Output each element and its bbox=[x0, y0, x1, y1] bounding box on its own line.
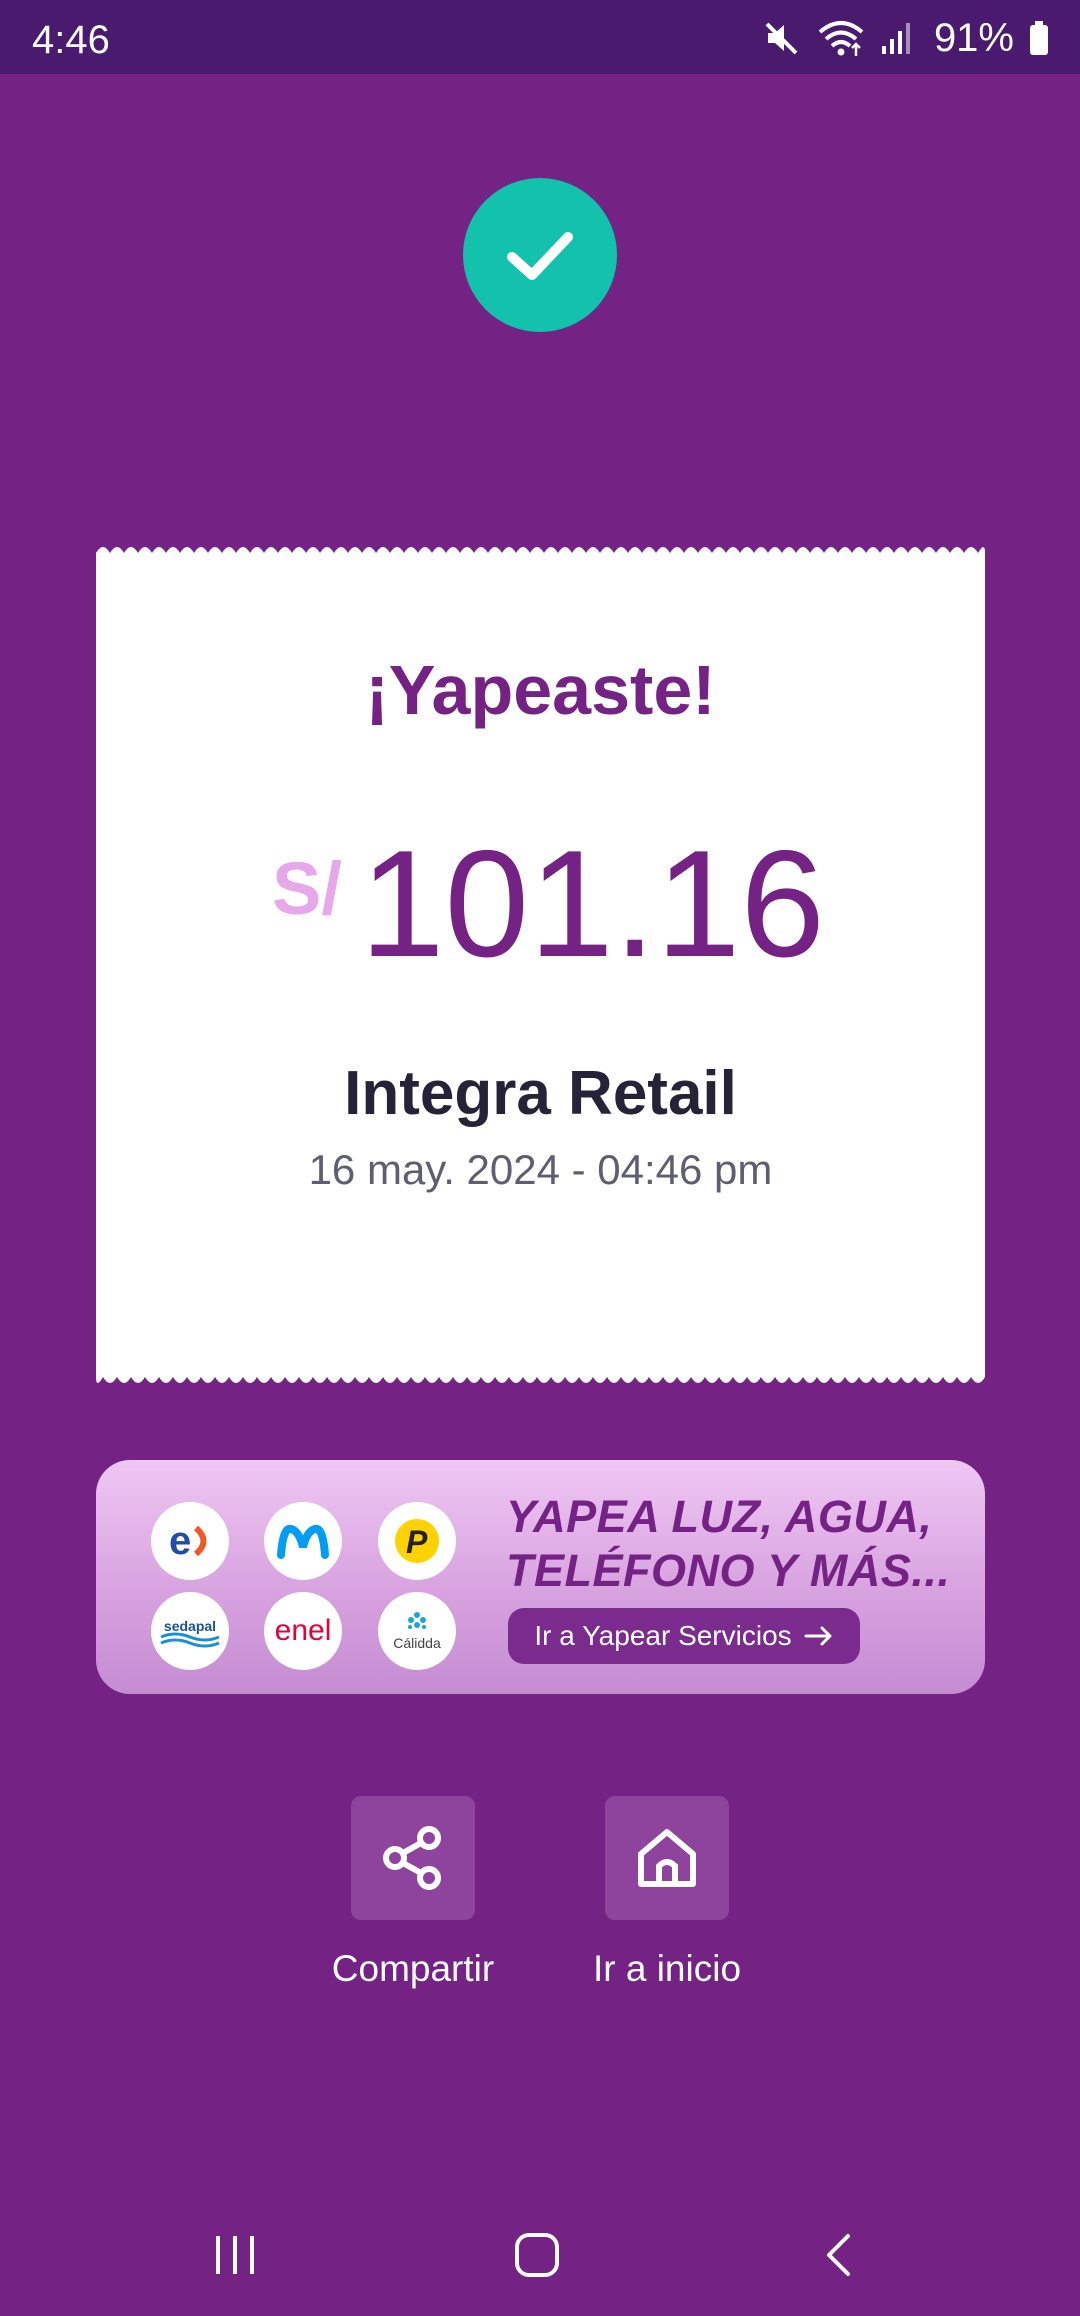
enel-text: enel bbox=[275, 1614, 332, 1647]
status-time: 4:46 bbox=[32, 18, 110, 62]
status-icons: 91% bbox=[762, 14, 1050, 62]
status-bar: 4:46 91% bbox=[0, 0, 1080, 74]
entel-logo: e bbox=[151, 1502, 229, 1580]
wifi-icon bbox=[816, 18, 866, 58]
home-icon bbox=[515, 2233, 559, 2277]
services-promo-banner[interactable]: e P sedapal enel Cálidda YAPEA LUZ, AGUA… bbox=[96, 1460, 985, 1694]
share-button[interactable] bbox=[351, 1796, 475, 1920]
back-button[interactable] bbox=[800, 2220, 880, 2290]
home-label: Ir a inicio bbox=[592, 1948, 742, 1989]
pluz-logo: P bbox=[378, 1502, 456, 1580]
battery-percentage: 91% bbox=[933, 15, 1014, 60]
payment-amount: 101.16 bbox=[360, 819, 825, 989]
banner-headline-line1: YAPEA LUZ, AGUA, bbox=[506, 1491, 933, 1542]
mute-icon bbox=[762, 18, 802, 58]
share-label: Compartir bbox=[331, 1948, 495, 1989]
go-to-services-button[interactable]: Ir a Yapear Servicios bbox=[508, 1608, 860, 1664]
svg-text:e: e bbox=[169, 1519, 191, 1563]
recent-apps-button[interactable] bbox=[195, 2220, 275, 2290]
home-nav-button[interactable] bbox=[497, 2220, 577, 2290]
signal-icon bbox=[880, 18, 916, 58]
share-action[interactable]: Compartir bbox=[313, 1796, 513, 1990]
calidda-text: Cálidda bbox=[393, 1635, 441, 1651]
receipt-card: ¡Yapeaste! S/ 101.16 Integra Retail 16 m… bbox=[96, 546, 985, 1384]
movistar-logo bbox=[264, 1502, 342, 1580]
merchant-name: Integra Retail bbox=[344, 1059, 737, 1128]
sedapal-text: sedapal bbox=[164, 1618, 216, 1634]
home-action[interactable]: Ir a inicio bbox=[567, 1796, 767, 1990]
go-to-services-label: Ir a Yapear Servicios bbox=[534, 1620, 792, 1651]
banner-headline-line2: TELÉFONO Y MÁS... bbox=[506, 1545, 951, 1596]
success-check-badge bbox=[463, 178, 617, 332]
recent-apps-icon bbox=[216, 2236, 254, 2274]
back-icon bbox=[827, 2234, 850, 2276]
go-home-button[interactable] bbox=[605, 1796, 729, 1920]
receipt-title: ¡Yapeaste! bbox=[365, 651, 716, 729]
enel-logo: enel bbox=[264, 1592, 342, 1670]
house-icon bbox=[638, 1829, 696, 1887]
arrow-right-icon bbox=[804, 1626, 832, 1646]
system-nav-bar bbox=[0, 2180, 1080, 2316]
banner-headline: YAPEA LUZ, AGUA, TELÉFONO Y MÁS... bbox=[506, 1490, 976, 1598]
payment-success-screen: 4:46 91% ¡Yapeaste! S/ 101.16 Integra Re… bbox=[0, 0, 1080, 2316]
battery-icon bbox=[1028, 18, 1050, 58]
sedapal-logo: sedapal bbox=[151, 1592, 229, 1670]
svg-text:P: P bbox=[406, 1524, 428, 1560]
currency-symbol: S/ bbox=[272, 847, 342, 930]
share-icon bbox=[383, 1826, 441, 1890]
payment-datetime: 16 may. 2024 - 04:46 pm bbox=[308, 1146, 773, 1193]
calidda-logo: Cálidda bbox=[378, 1592, 456, 1670]
check-icon bbox=[507, 232, 573, 280]
